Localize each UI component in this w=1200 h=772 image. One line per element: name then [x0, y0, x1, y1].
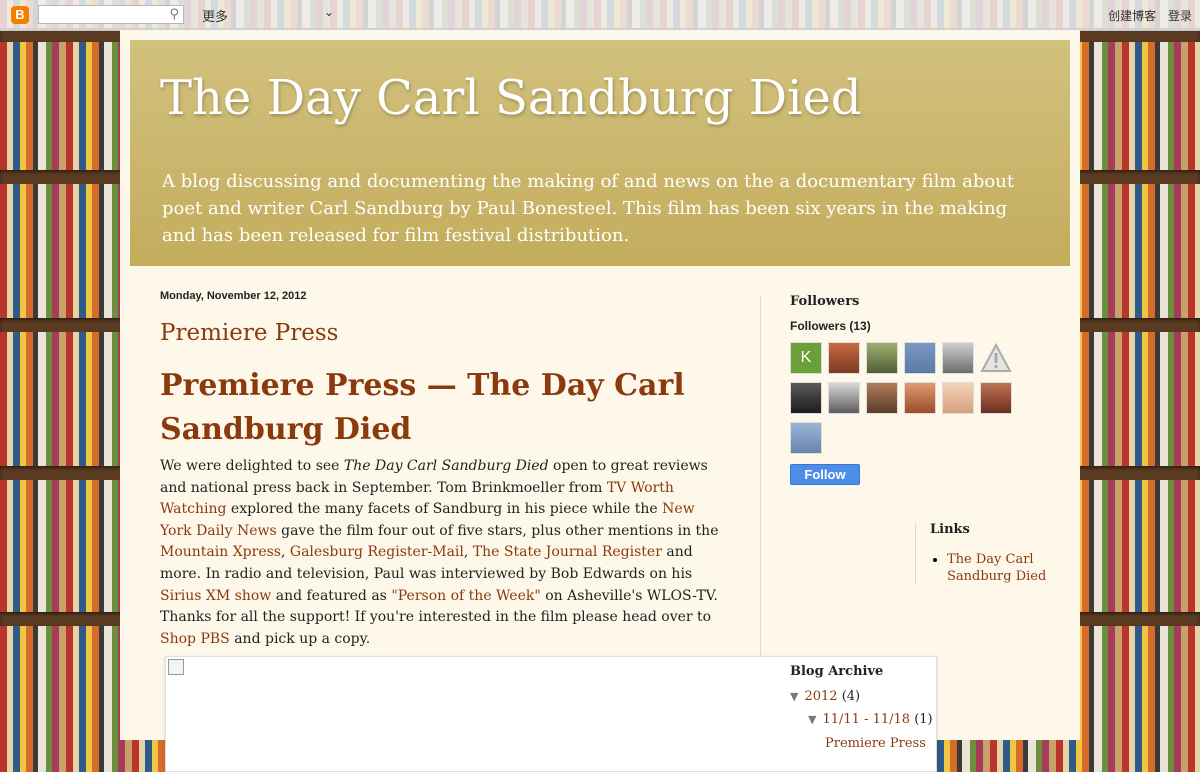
list-item: The Day Carl Sandburg Died	[947, 551, 1070, 585]
blog-header: The Day Carl Sandburg Died A blog discus…	[130, 40, 1070, 266]
followers-count: Followers (13)	[790, 319, 871, 333]
link-sirius-xm-show[interactable]: Sirius XM show	[160, 588, 271, 604]
sidebar: Followers Followers (13) K Follow Links …	[790, 294, 1070, 751]
search-input[interactable]: ⚲	[38, 5, 184, 24]
link-person-of-the-week[interactable]: "Person of the Week"	[391, 588, 540, 604]
create-blog-link[interactable]: 创建博客	[1108, 9, 1156, 23]
follow-button[interactable]: Follow	[790, 464, 860, 485]
post-heading: Premiere Press — The Day Carl Sandburg D…	[160, 368, 685, 447]
login-link[interactable]: 登录	[1168, 9, 1192, 23]
triangle-down-icon[interactable]: ▼	[808, 713, 816, 726]
link-galesburg-register-mail[interactable]: Galesburg Register-Mail	[290, 544, 464, 560]
avatar[interactable]	[942, 342, 974, 374]
more-menu[interactable]: 更多	[202, 6, 228, 25]
avatar[interactable]: K	[790, 342, 822, 374]
blog-archive-widget: Blog Archive ▼ 2012 (4) ▼ 11/11 - 11/18 (1…	[790, 664, 1070, 751]
triangle-down-icon[interactable]: ▼	[790, 690, 798, 703]
warning-icon[interactable]	[980, 342, 1012, 374]
link-state-journal-register[interactable]: The State Journal Register	[473, 544, 662, 560]
post-body: We were delighted to see The Day Carl Sa…	[160, 458, 719, 647]
chevron-down-icon[interactable]: ⌄	[324, 5, 334, 19]
link-shop-pbs[interactable]: Shop PBS	[160, 631, 230, 647]
archive-year-2012[interactable]: ▼ 2012 (4)	[790, 689, 860, 704]
post-column: Monday, November 12, 2012 Premiere Press…	[160, 290, 740, 650]
blog-description: A blog discussing and documenting the ma…	[162, 171, 1015, 246]
links-list: The Day Carl Sandburg Died	[930, 551, 1070, 585]
navbar-actions: 创建博客 登录	[1100, 7, 1192, 24]
avatar[interactable]	[790, 422, 822, 454]
blogger-navbar: B ⚲ 更多 ⌄ 创建博客 登录	[0, 0, 1200, 31]
links-widget: Links The Day Carl Sandburg Died	[915, 522, 1070, 585]
followers-widget-title: Followers	[790, 294, 860, 309]
avatar[interactable]	[866, 382, 898, 414]
avatar[interactable]	[904, 342, 936, 374]
archive-week[interactable]: ▼ 11/11 - 11/18 (1)	[808, 712, 933, 727]
post-date: Monday, November 12, 2012	[160, 290, 307, 302]
avatar[interactable]	[790, 382, 822, 414]
blogger-logo-icon[interactable]: B	[11, 6, 29, 24]
avatar[interactable]	[828, 342, 860, 374]
archive-post-link[interactable]: Premiere Press	[825, 736, 926, 751]
blog-title[interactable]: The Day Carl Sandburg Died	[160, 70, 862, 126]
film-title: The Day Carl Sandburg Died	[343, 458, 549, 474]
post-title[interactable]: Premiere Press	[160, 320, 740, 346]
avatar[interactable]	[828, 382, 860, 414]
link-the-day-carl-sandburg-died[interactable]: The Day Carl Sandburg Died	[947, 552, 1046, 584]
search-icon[interactable]: ⚲	[169, 7, 179, 22]
avatar[interactable]	[866, 342, 898, 374]
blog-archive-title: Blog Archive	[790, 664, 884, 679]
avatar[interactable]	[942, 382, 974, 414]
broken-image-icon	[168, 659, 184, 675]
avatar[interactable]	[904, 382, 936, 414]
avatar[interactable]	[980, 382, 1012, 414]
link-mountain-xpress[interactable]: Mountain Xpress	[160, 544, 281, 560]
links-widget-title: Links	[930, 522, 970, 537]
blog-page: The Day Carl Sandburg Died A blog discus…	[120, 30, 1080, 772]
